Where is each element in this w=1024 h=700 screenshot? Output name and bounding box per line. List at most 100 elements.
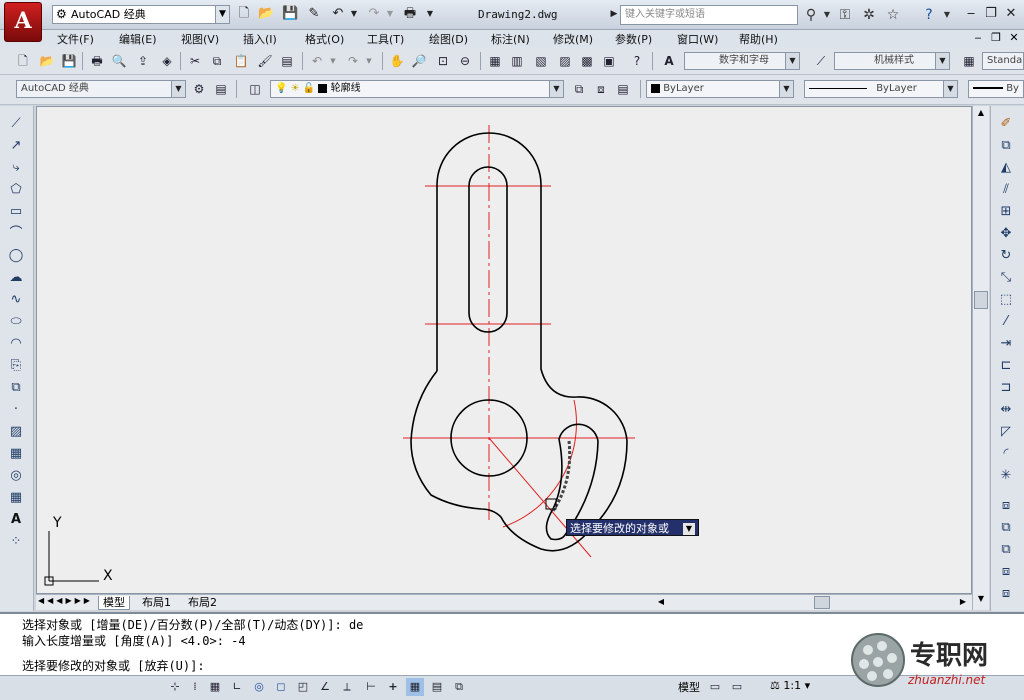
text-style-icon[interactable]: A bbox=[660, 52, 678, 70]
drawing-canvas[interactable]: Y X bbox=[36, 106, 972, 594]
quick-properties-icon[interactable]: ▤ bbox=[428, 678, 446, 696]
publish-icon[interactable]: ⇪ bbox=[134, 52, 152, 70]
new-file-icon[interactable]: 🗋 bbox=[236, 6, 252, 22]
close-button[interactable]: ✕ bbox=[1002, 6, 1020, 22]
menu-view[interactable]: 视图(V) bbox=[181, 31, 219, 47]
command-prompt[interactable]: 选择要修改的对象或 [放弃(U)]: bbox=[22, 657, 205, 674]
exchange-icon[interactable]: ✲ bbox=[860, 6, 878, 24]
trim-icon[interactable]: ⁄ bbox=[996, 312, 1016, 332]
chevron-down-icon[interactable]: ▼ bbox=[324, 52, 342, 70]
transparency-icon[interactable]: ▦ bbox=[406, 678, 424, 696]
scroll-thumb[interactable] bbox=[974, 291, 988, 309]
offset-icon[interactable]: ⫽ bbox=[996, 180, 1016, 200]
menu-insert[interactable]: 插入(I) bbox=[243, 31, 277, 47]
layer-manager-icon[interactable]: ◫ bbox=[246, 80, 264, 98]
menu-help[interactable]: 帮助(H) bbox=[739, 31, 778, 47]
print-icon[interactable]: 🖶 bbox=[402, 6, 418, 22]
chevron-down-icon[interactable]: ▼ bbox=[346, 6, 362, 22]
star-icon[interactable]: ☆ bbox=[884, 6, 902, 24]
linetype-select[interactable]: ByLayer ▼ bbox=[804, 80, 958, 98]
polar-icon[interactable]: ◎ bbox=[250, 678, 268, 696]
bring-above-icon[interactable]: ⧈ bbox=[996, 562, 1016, 582]
quick-view-drawings-icon[interactable]: ▭ bbox=[728, 678, 746, 696]
save-icon[interactable]: 💾 bbox=[60, 52, 78, 70]
join-icon[interactable]: ⇹ bbox=[996, 400, 1016, 420]
stretch-icon[interactable]: ⬚ bbox=[996, 290, 1016, 310]
fillet-icon[interactable]: ◜ bbox=[996, 444, 1016, 464]
workspace-switcher[interactable]: ⚙ AutoCAD 经典 ▼ bbox=[52, 5, 230, 24]
match-properties-icon[interactable]: 🖌 bbox=[256, 52, 274, 70]
add-selected-icon[interactable]: ⁘ bbox=[6, 532, 26, 552]
bring-front-icon[interactable]: ⧉ bbox=[996, 518, 1016, 538]
chevron-down-icon[interactable]: ▼ bbox=[683, 523, 695, 535]
chevron-down-icon[interactable]: ▼ bbox=[818, 6, 836, 24]
tab-layout2[interactable]: 布局2 bbox=[184, 596, 221, 610]
maximize-button[interactable]: ❐ bbox=[982, 6, 1000, 22]
workspace-select[interactable]: AutoCAD 经典 ▼ bbox=[16, 80, 186, 98]
calculator-icon[interactable]: ▣ bbox=[600, 52, 618, 70]
insert-block-icon[interactable]: ⎘ bbox=[6, 356, 26, 376]
explode-icon[interactable]: ✳ bbox=[996, 466, 1016, 486]
revision-cloud-icon[interactable]: ☁ bbox=[6, 268, 26, 288]
line-icon[interactable]: ⟋ bbox=[6, 114, 26, 134]
scroll-left-icon[interactable]: ◀ bbox=[654, 597, 668, 609]
hatch-icon[interactable]: ▨ bbox=[6, 422, 26, 442]
menu-parameter[interactable]: 参数(P) bbox=[615, 31, 652, 47]
color-select[interactable]: ByLayer ▼ bbox=[646, 80, 794, 98]
annotation-scale[interactable]: ⚖ 1:1 ▾ bbox=[770, 679, 810, 692]
ellipse-icon[interactable]: ⬭ bbox=[6, 312, 26, 332]
polyline-icon[interactable]: ⤷ bbox=[6, 158, 26, 178]
chevron-down-icon[interactable]: ▼ bbox=[938, 6, 956, 24]
snap-icon[interactable]: ⊹ bbox=[166, 678, 184, 696]
otrack-icon[interactable]: ∠ bbox=[316, 678, 334, 696]
scroll-up-icon[interactable]: ▲ bbox=[975, 108, 987, 120]
chevron-down-icon[interactable]: ▼ bbox=[779, 81, 793, 97]
chevron-down-icon[interactable]: ▼ bbox=[171, 81, 185, 97]
tool-palettes-icon[interactable]: ▧ bbox=[532, 52, 550, 70]
menu-window[interactable]: 窗口(W) bbox=[677, 31, 718, 47]
help-icon[interactable]: ? bbox=[920, 6, 938, 24]
arc-icon[interactable]: ⌒ bbox=[6, 224, 26, 244]
application-menu-button[interactable]: A bbox=[4, 2, 42, 42]
design-center-icon[interactable]: ▥ bbox=[508, 52, 526, 70]
3d-dwf-icon[interactable]: ◈ bbox=[158, 52, 176, 70]
erase-icon[interactable]: ✐ bbox=[996, 114, 1016, 134]
doc-minimize-button[interactable]: ‒ bbox=[970, 31, 986, 46]
dim-style-icon[interactable]: ⟋ bbox=[812, 52, 830, 70]
ducs-icon[interactable]: ⟂ bbox=[338, 678, 356, 696]
ellipse-arc-icon[interactable]: ◠ bbox=[6, 334, 26, 354]
make-current-layer-icon[interactable]: ⧉ bbox=[570, 80, 588, 98]
doc-close-button[interactable]: ✕ bbox=[1006, 31, 1022, 46]
menu-tools[interactable]: 工具(T) bbox=[367, 31, 404, 47]
tab-layout1[interactable]: 布局1 bbox=[138, 596, 175, 610]
paste-icon[interactable]: 📋 bbox=[232, 52, 250, 70]
break-at-point-icon[interactable]: ⊏ bbox=[996, 356, 1016, 376]
copy-object-icon[interactable]: ⧉ bbox=[996, 136, 1016, 156]
send-back-icon[interactable]: ⧉ bbox=[996, 540, 1016, 560]
rotate-icon[interactable]: ↻ bbox=[996, 246, 1016, 266]
help-icon[interactable]: ? bbox=[628, 52, 646, 70]
minimize-button[interactable]: ‒ bbox=[962, 6, 980, 22]
polygon-icon[interactable]: ⬠ bbox=[6, 180, 26, 200]
selection-cycling-icon[interactable]: ⧉ bbox=[450, 678, 468, 696]
quick-view-layouts-icon[interactable]: ▭ bbox=[706, 678, 724, 696]
layer-states-icon[interactable]: ▤ bbox=[614, 80, 632, 98]
draworder-icon[interactable]: ⧈ bbox=[996, 496, 1016, 516]
sheet-set-icon[interactable]: ▨ bbox=[556, 52, 574, 70]
multiline-text-icon[interactable]: A bbox=[6, 510, 26, 530]
move-icon[interactable]: ✥ bbox=[996, 224, 1016, 244]
grid-icon[interactable]: ⁞ bbox=[186, 678, 204, 696]
undo-icon[interactable]: ↶ bbox=[330, 6, 346, 22]
chevron-down-icon[interactable]: ▼ bbox=[382, 6, 398, 22]
menu-file[interactable]: 文件(F) bbox=[57, 31, 94, 47]
menu-draw[interactable]: 绘图(D) bbox=[429, 31, 468, 47]
make-block-icon[interactable]: ⧉ bbox=[6, 378, 26, 398]
construction-line-icon[interactable]: ↗ bbox=[6, 136, 26, 156]
plot-preview-icon[interactable]: 🔍 bbox=[110, 52, 128, 70]
mirror-icon[interactable]: ◭ bbox=[996, 158, 1016, 178]
array-icon[interactable]: ⊞ bbox=[996, 202, 1016, 222]
plot-icon[interactable]: 🖶 bbox=[88, 52, 106, 70]
chevron-down-icon[interactable]: ▼ bbox=[215, 6, 229, 23]
zoom-realtime-icon[interactable]: 🔎 bbox=[410, 52, 428, 70]
chevron-down-icon[interactable]: ▼ bbox=[935, 53, 949, 69]
